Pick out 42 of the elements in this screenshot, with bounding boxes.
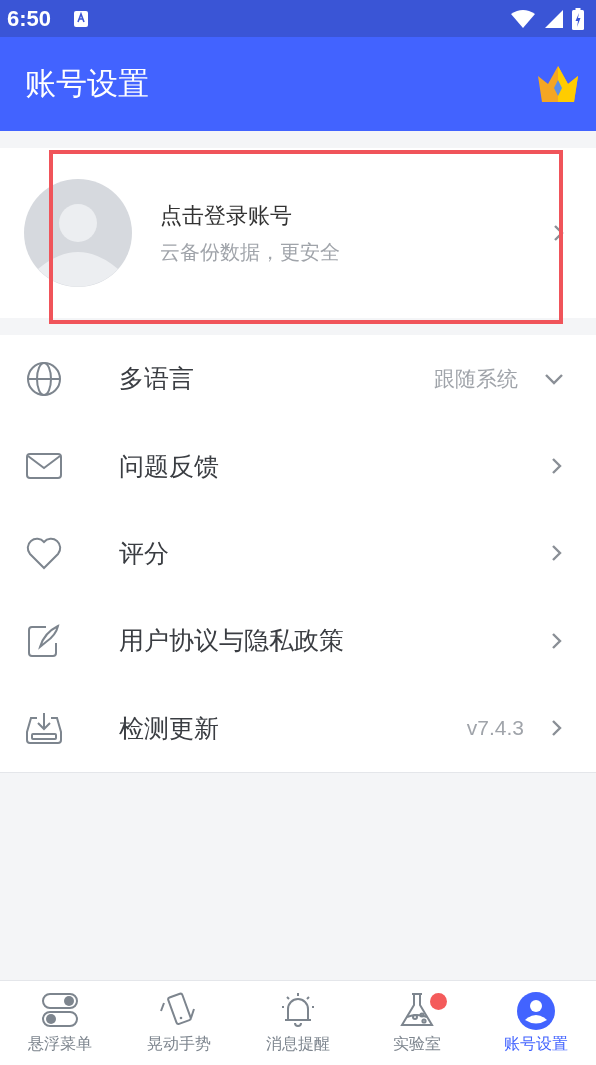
settings-item[interactable]: 多语言 跟随系统: [0, 335, 596, 423]
nav-tab[interactable]: 账号设置: [476, 981, 596, 1065]
page-title: 账号设置: [25, 64, 149, 103]
settings-value: v7.4.3: [466, 716, 524, 741]
keyboard-icon: [73, 9, 90, 28]
chevron-down-icon: [544, 371, 564, 386]
chevron-right-icon: [550, 457, 564, 476]
chevron-right-icon: [550, 544, 564, 563]
login-subtitle: 云备份数据，更安全: [160, 238, 341, 266]
crown-icon[interactable]: [536, 66, 580, 102]
nav-tab[interactable]: 晃动手势: [119, 981, 239, 1065]
avatar-icon: [24, 179, 132, 287]
inbox-download-icon: [26, 710, 62, 747]
nav-label: 悬浮菜单: [27, 1034, 92, 1055]
login-title: 点击登录账号: [160, 201, 293, 230]
settings-value: 跟随系统: [434, 365, 518, 392]
nav-label: 消息提醒: [266, 1034, 330, 1055]
signal-icon: [544, 8, 564, 29]
settings-label: 用户协议与隐私政策: [119, 625, 344, 658]
nav-tab[interactable]: 悬浮菜单: [0, 981, 120, 1065]
wifi-icon: [510, 8, 536, 29]
globe-icon: [26, 360, 62, 397]
settings-item[interactable]: 检测更新 v7.4.3: [0, 684, 596, 772]
status-time: 6:50: [7, 5, 52, 32]
nav-label: 实验室: [393, 1034, 442, 1055]
settings-label: 评分: [119, 537, 169, 570]
settings-label: 检测更新: [119, 712, 219, 745]
settings-item[interactable]: 问题反馈: [0, 422, 596, 510]
settings-item[interactable]: 用户协议与隐私政策: [0, 597, 596, 685]
nav-label: 账号设置: [504, 1034, 569, 1055]
chevron-right-icon: [550, 631, 564, 650]
settings-label: 多语言: [119, 363, 194, 396]
nav-tab[interactable]: 实验室: [357, 981, 477, 1065]
edit-icon: [26, 622, 62, 659]
chevron-right-icon: [550, 719, 564, 738]
heart-icon: [26, 535, 62, 572]
settings-label: 问题反馈: [119, 450, 219, 483]
nav-tab[interactable]: 消息提醒: [238, 981, 358, 1065]
user-profile-icon: [516, 991, 557, 1031]
settings-item[interactable]: 评分: [0, 509, 596, 598]
nav-label: 晃动手势: [146, 1034, 211, 1055]
battery-icon: [572, 7, 584, 30]
